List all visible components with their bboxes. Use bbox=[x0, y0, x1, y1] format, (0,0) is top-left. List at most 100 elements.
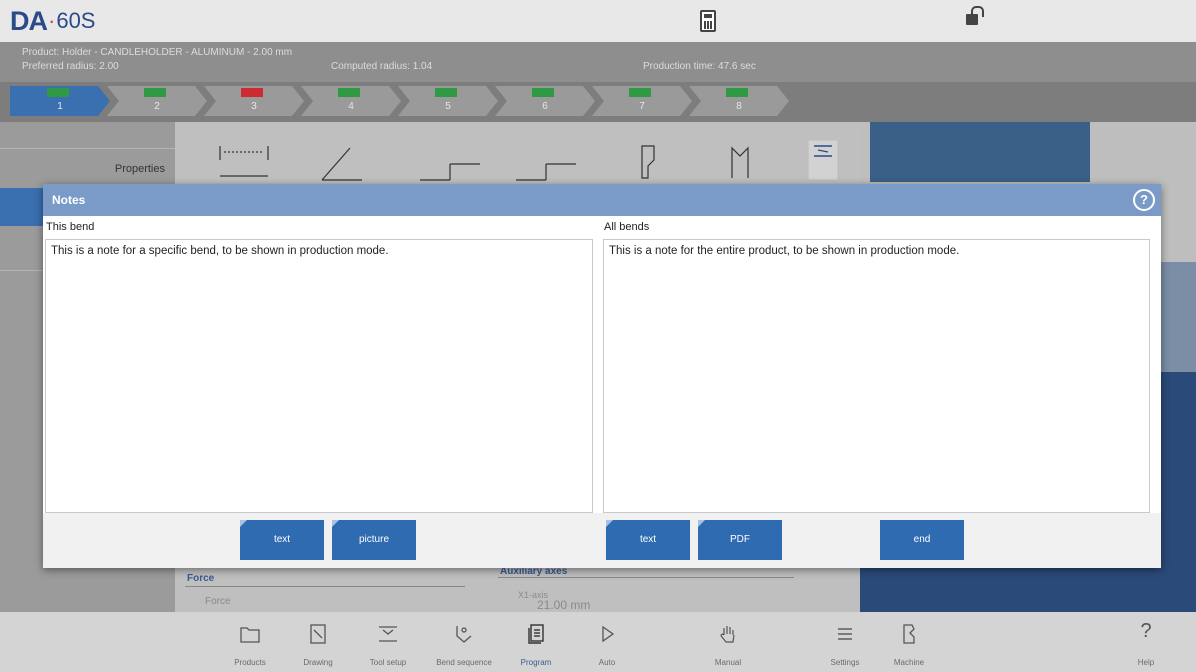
unlock-icon[interactable] bbox=[966, 6, 984, 25]
nav-drawing[interactable]: Drawing bbox=[286, 612, 350, 672]
notes-dialog: Notes ? This bend This is a note for a s… bbox=[43, 184, 1161, 568]
nav-label: Products bbox=[234, 658, 266, 667]
dialog-header: Notes ? bbox=[43, 184, 1161, 216]
picture-button[interactable]: picture bbox=[332, 520, 416, 560]
nav-label: Program bbox=[520, 658, 552, 667]
bend-number: 2 bbox=[154, 101, 160, 112]
program-icon bbox=[528, 624, 544, 644]
nav-machine[interactable]: Machine bbox=[877, 612, 941, 672]
bend-tab-2[interactable]: 2 bbox=[107, 86, 207, 116]
bend-ok-flag-icon bbox=[338, 88, 360, 97]
bend-tab-7[interactable]: 7 bbox=[592, 86, 692, 116]
calculator-icon[interactable] bbox=[700, 10, 716, 32]
nav-help[interactable]: ? Help bbox=[1114, 612, 1178, 672]
bend-number: 4 bbox=[348, 101, 354, 112]
help-question-icon: ? bbox=[1140, 620, 1152, 642]
all-bends-note-text: This is a note for the entire product, t… bbox=[609, 245, 960, 257]
divider bbox=[498, 577, 794, 578]
bend-tab-6[interactable]: 6 bbox=[495, 86, 595, 116]
button-corner-indicator bbox=[332, 520, 339, 527]
bend-ok-flag-icon bbox=[144, 88, 166, 97]
pdf-button[interactable]: PDF bbox=[698, 520, 782, 560]
logo-dot: · bbox=[48, 8, 56, 33]
properties-item[interactable]: Properties bbox=[115, 163, 165, 175]
x1-axis-value[interactable]: 21.00 mm bbox=[537, 598, 590, 612]
nav-auto[interactable]: Auto bbox=[575, 612, 639, 672]
bend-number: 3 bbox=[251, 101, 257, 112]
nav-label: Settings bbox=[830, 658, 860, 667]
nav-tool-setup[interactable]: Tool setup bbox=[356, 612, 420, 672]
force-field-label: Force bbox=[205, 596, 231, 607]
bend-number: 1 bbox=[57, 101, 63, 112]
bend-tab-4[interactable]: 4 bbox=[301, 86, 401, 116]
bend-number: 5 bbox=[445, 101, 451, 112]
this-bend-text-button[interactable]: text bbox=[240, 520, 324, 560]
bend-number: 7 bbox=[639, 101, 645, 112]
list-icon bbox=[838, 628, 852, 640]
bend-ok-flag-icon bbox=[435, 88, 457, 97]
all-bends-label: All bends bbox=[604, 221, 650, 233]
button-corner-indicator bbox=[606, 520, 613, 527]
dialog-title: Notes bbox=[52, 193, 86, 207]
app-logo: DA · 60S bbox=[10, 6, 95, 36]
product-name: Product: Holder - CANDLEHOLDER - ALUMINU… bbox=[22, 47, 293, 58]
nav-label: Help bbox=[1137, 658, 1155, 667]
all-bends-text-button[interactable]: text bbox=[606, 520, 690, 560]
product-info-bar: Product: Holder - CANDLEHOLDER - ALUMINU… bbox=[0, 42, 1196, 82]
this-bend-label: This bend bbox=[46, 221, 95, 233]
folder-icon bbox=[240, 627, 260, 643]
this-bend-note-text: This is a note for a specific bend, to b… bbox=[51, 245, 389, 257]
machine-icon bbox=[903, 624, 915, 644]
bottom-navigation: Products Drawing Tool setup Bend sequenc… bbox=[0, 612, 1196, 672]
tool-setup-icon bbox=[379, 626, 397, 642]
machine-upper-beam bbox=[870, 122, 1090, 182]
nav-label: Machine bbox=[893, 658, 925, 667]
nav-label: Auto bbox=[598, 658, 616, 667]
top-bar: DA · 60S bbox=[0, 0, 1196, 42]
bend-tab-8[interactable]: 8 bbox=[689, 86, 789, 116]
logo-model: 60S bbox=[56, 8, 96, 33]
nav-program[interactable]: Program bbox=[504, 612, 568, 672]
button-label: end bbox=[913, 534, 931, 545]
divider bbox=[0, 148, 175, 149]
logo-da: DA bbox=[10, 5, 48, 36]
bend-tab-5[interactable]: 5 bbox=[398, 86, 498, 116]
bend-sequence-icon bbox=[456, 626, 472, 643]
bend-tab-1[interactable]: 1 bbox=[10, 86, 110, 116]
dialog-footer bbox=[43, 513, 1161, 568]
nav-bend-sequence[interactable]: Bend sequence bbox=[432, 612, 496, 672]
bend-sequence-bar: 1 2 3 4 5 6 7 8 bbox=[0, 82, 1196, 122]
button-corner-indicator bbox=[240, 520, 247, 527]
hand-icon bbox=[720, 626, 735, 643]
this-bend-note-area[interactable]: This is a note for a specific bend, to b… bbox=[45, 239, 593, 513]
bend-ok-flag-icon bbox=[726, 88, 748, 97]
nav-settings[interactable]: Settings bbox=[813, 612, 877, 672]
bend-tab-3[interactable]: 3 bbox=[204, 86, 304, 116]
bend-ok-flag-icon bbox=[532, 88, 554, 97]
play-icon bbox=[602, 625, 615, 643]
button-label: PDF bbox=[730, 534, 750, 545]
computed-radius: Computed radius: 1.04 bbox=[331, 61, 433, 72]
nav-label: Drawing bbox=[303, 658, 333, 667]
bend-type-icons bbox=[219, 140, 839, 181]
button-label: picture bbox=[358, 534, 389, 545]
nav-products[interactable]: Products bbox=[218, 612, 282, 672]
divider bbox=[185, 586, 465, 587]
preferred-radius: Preferred radius: 2.00 bbox=[22, 61, 119, 72]
all-bends-note-area[interactable]: This is a note for the entire product, t… bbox=[603, 239, 1150, 513]
button-label: text bbox=[273, 534, 291, 545]
bend-ok-flag-icon bbox=[629, 88, 651, 97]
bend-number: 6 bbox=[542, 101, 548, 112]
bend-number: 8 bbox=[736, 101, 742, 112]
production-time: Production time: 47.6 sec bbox=[643, 61, 756, 72]
nav-label: Manual bbox=[714, 658, 742, 667]
end-button[interactable]: end bbox=[880, 520, 964, 560]
bend-ok-flag-icon bbox=[47, 88, 69, 97]
help-icon[interactable]: ? bbox=[1133, 189, 1155, 211]
force-section-header: Force bbox=[187, 573, 215, 584]
nav-label: Bend sequence bbox=[436, 658, 492, 667]
button-corner-indicator bbox=[698, 520, 705, 527]
nav-manual[interactable]: Manual bbox=[696, 612, 760, 672]
pencil-icon bbox=[310, 624, 326, 644]
bend-error-flag-icon bbox=[241, 88, 263, 97]
